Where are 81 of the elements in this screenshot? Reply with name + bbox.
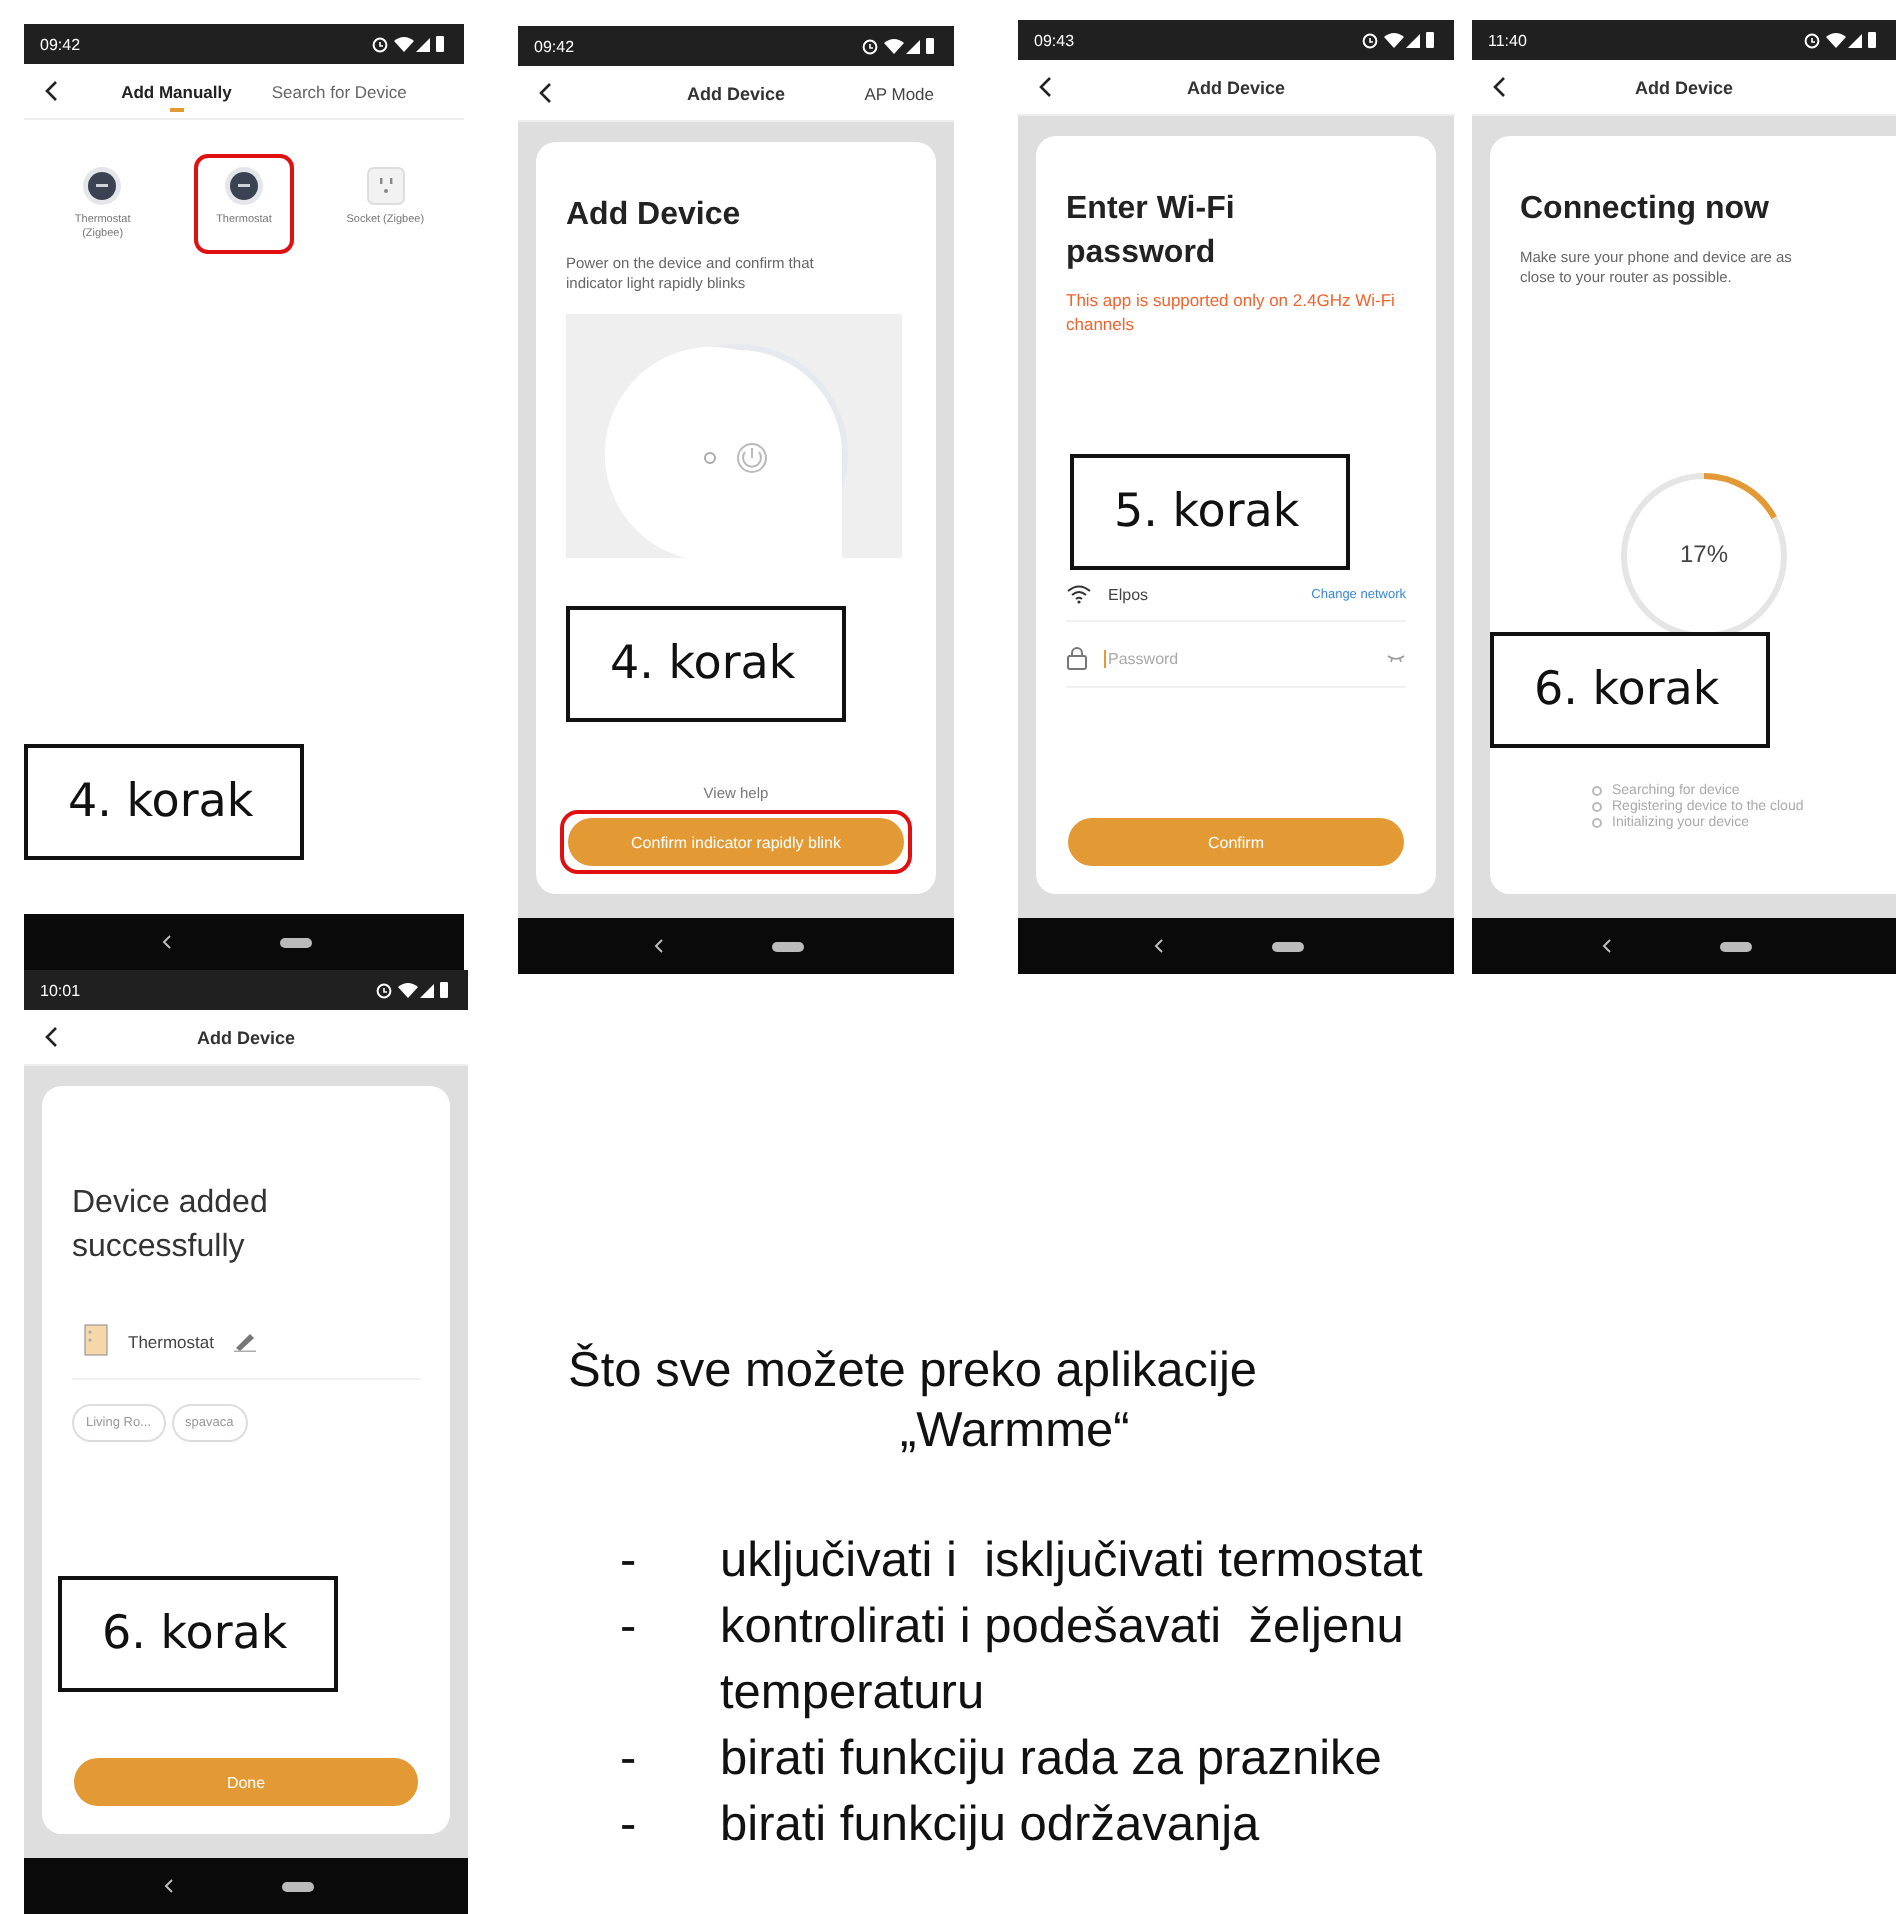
device-name: Thermostat: [128, 1331, 214, 1352]
card-heading: Device added successfully: [72, 1184, 270, 1268]
screen-title: Add Device: [686, 83, 786, 103]
home-pill-icon[interactable]: [281, 1881, 313, 1891]
wifi-icon: [398, 983, 418, 998]
tab-indicator: [170, 107, 185, 111]
step-label: 4. korak: [24, 744, 304, 860]
warning-text: This app is supported only on 2.4GHz Wi-Fi channels: [1066, 290, 1396, 337]
step-label: 6. korak: [1490, 632, 1770, 748]
signal-icon: [906, 40, 920, 54]
back-icon[interactable]: [538, 82, 552, 104]
back-icon[interactable]: [44, 1026, 58, 1048]
step-bullet-icon: [1592, 785, 1602, 796]
ap-mode-link[interactable]: AP Mode: [864, 83, 934, 103]
home-pill-icon[interactable]: [771, 941, 803, 951]
status-time: 09:42: [40, 35, 81, 53]
list-bullet: -: [618, 1730, 639, 1790]
status-time: 10:01: [40, 981, 81, 999]
step-label: 4. korak: [566, 606, 846, 722]
alarm-icon: [862, 39, 878, 55]
eye-closed-icon[interactable]: [1386, 653, 1406, 664]
socket-icon: [365, 166, 406, 206]
thermostat-icon: [82, 166, 123, 206]
tab[interactable]: Search for Device: [271, 81, 407, 101]
battery-icon: [1868, 32, 1876, 48]
back-icon[interactable]: [1038, 76, 1052, 98]
list-bullet: -: [618, 1796, 639, 1856]
battery-icon: [1426, 32, 1434, 48]
thermostat-icon: [223, 166, 264, 206]
back-icon[interactable]: [1492, 76, 1506, 98]
battery-icon: [436, 36, 444, 52]
back-icon[interactable]: [163, 1878, 173, 1894]
home-pill-icon[interactable]: [1271, 941, 1303, 951]
alarm-icon: [372, 37, 388, 53]
list-bullet: -: [618, 1598, 639, 1658]
screen-title: Add Device: [196, 1027, 296, 1047]
signal-icon: [420, 984, 434, 998]
status-time: 11:40: [1488, 31, 1527, 49]
back-icon[interactable]: [44, 80, 58, 102]
alarm-icon: [1804, 33, 1820, 49]
feature-item: uključivati i isključivati termostat: [720, 1532, 1425, 1592]
feature-item: birati funkciju rada za praznike: [720, 1730, 1384, 1790]
signal-icon: [416, 38, 430, 52]
wifi-icon: [1066, 584, 1092, 605]
step-bullet-icon: [1592, 801, 1602, 812]
progress-reading: 17%: [1677, 539, 1731, 568]
home-pill-icon[interactable]: [279, 937, 311, 947]
step-label: 6. korak: [58, 1576, 338, 1692]
card-heading: Add Device: [566, 196, 743, 236]
wifi-icon: [1826, 33, 1846, 48]
status-time: 09:42: [534, 37, 575, 55]
signal-icon: [1406, 34, 1420, 48]
back-icon[interactable]: [1153, 938, 1163, 954]
alarm-icon: [376, 983, 392, 999]
feature-item: birati funkciju održavanja: [720, 1796, 1262, 1856]
app-name: „Warmme“: [900, 1404, 1132, 1460]
card-heading: Connecting now: [1520, 190, 1771, 230]
wifi-icon: [1384, 33, 1404, 48]
thermostat-icon: [84, 1324, 108, 1359]
tab[interactable]: Add Manually: [121, 81, 232, 101]
back-icon[interactable]: [1601, 938, 1611, 954]
network-name: Elpos: [1108, 585, 1151, 604]
signal-icon: [1848, 34, 1862, 48]
card-heading: Enter Wi-Fi password: [1066, 190, 1237, 274]
features-title: Što sve možete preko aplikacije: [568, 1344, 1260, 1400]
pencil-icon[interactable]: [234, 1331, 256, 1352]
back-icon[interactable]: [653, 938, 663, 954]
status-time: 09:43: [1034, 31, 1075, 49]
step-bullet-icon: [1592, 817, 1602, 828]
screen-title: Add Device: [1186, 77, 1286, 97]
wifi-icon: [394, 37, 414, 52]
battery-icon: [926, 38, 934, 54]
screen-title: Add Device: [1634, 77, 1734, 97]
battery-icon: [440, 982, 448, 998]
wifi-icon: [884, 39, 904, 54]
step-label: 5. korak: [1070, 454, 1350, 570]
back-icon[interactable]: [161, 934, 171, 950]
home-pill-icon[interactable]: [1719, 941, 1751, 951]
lock-icon: [1066, 646, 1088, 671]
list-bullet: -: [618, 1532, 639, 1592]
alarm-icon: [1362, 33, 1378, 49]
